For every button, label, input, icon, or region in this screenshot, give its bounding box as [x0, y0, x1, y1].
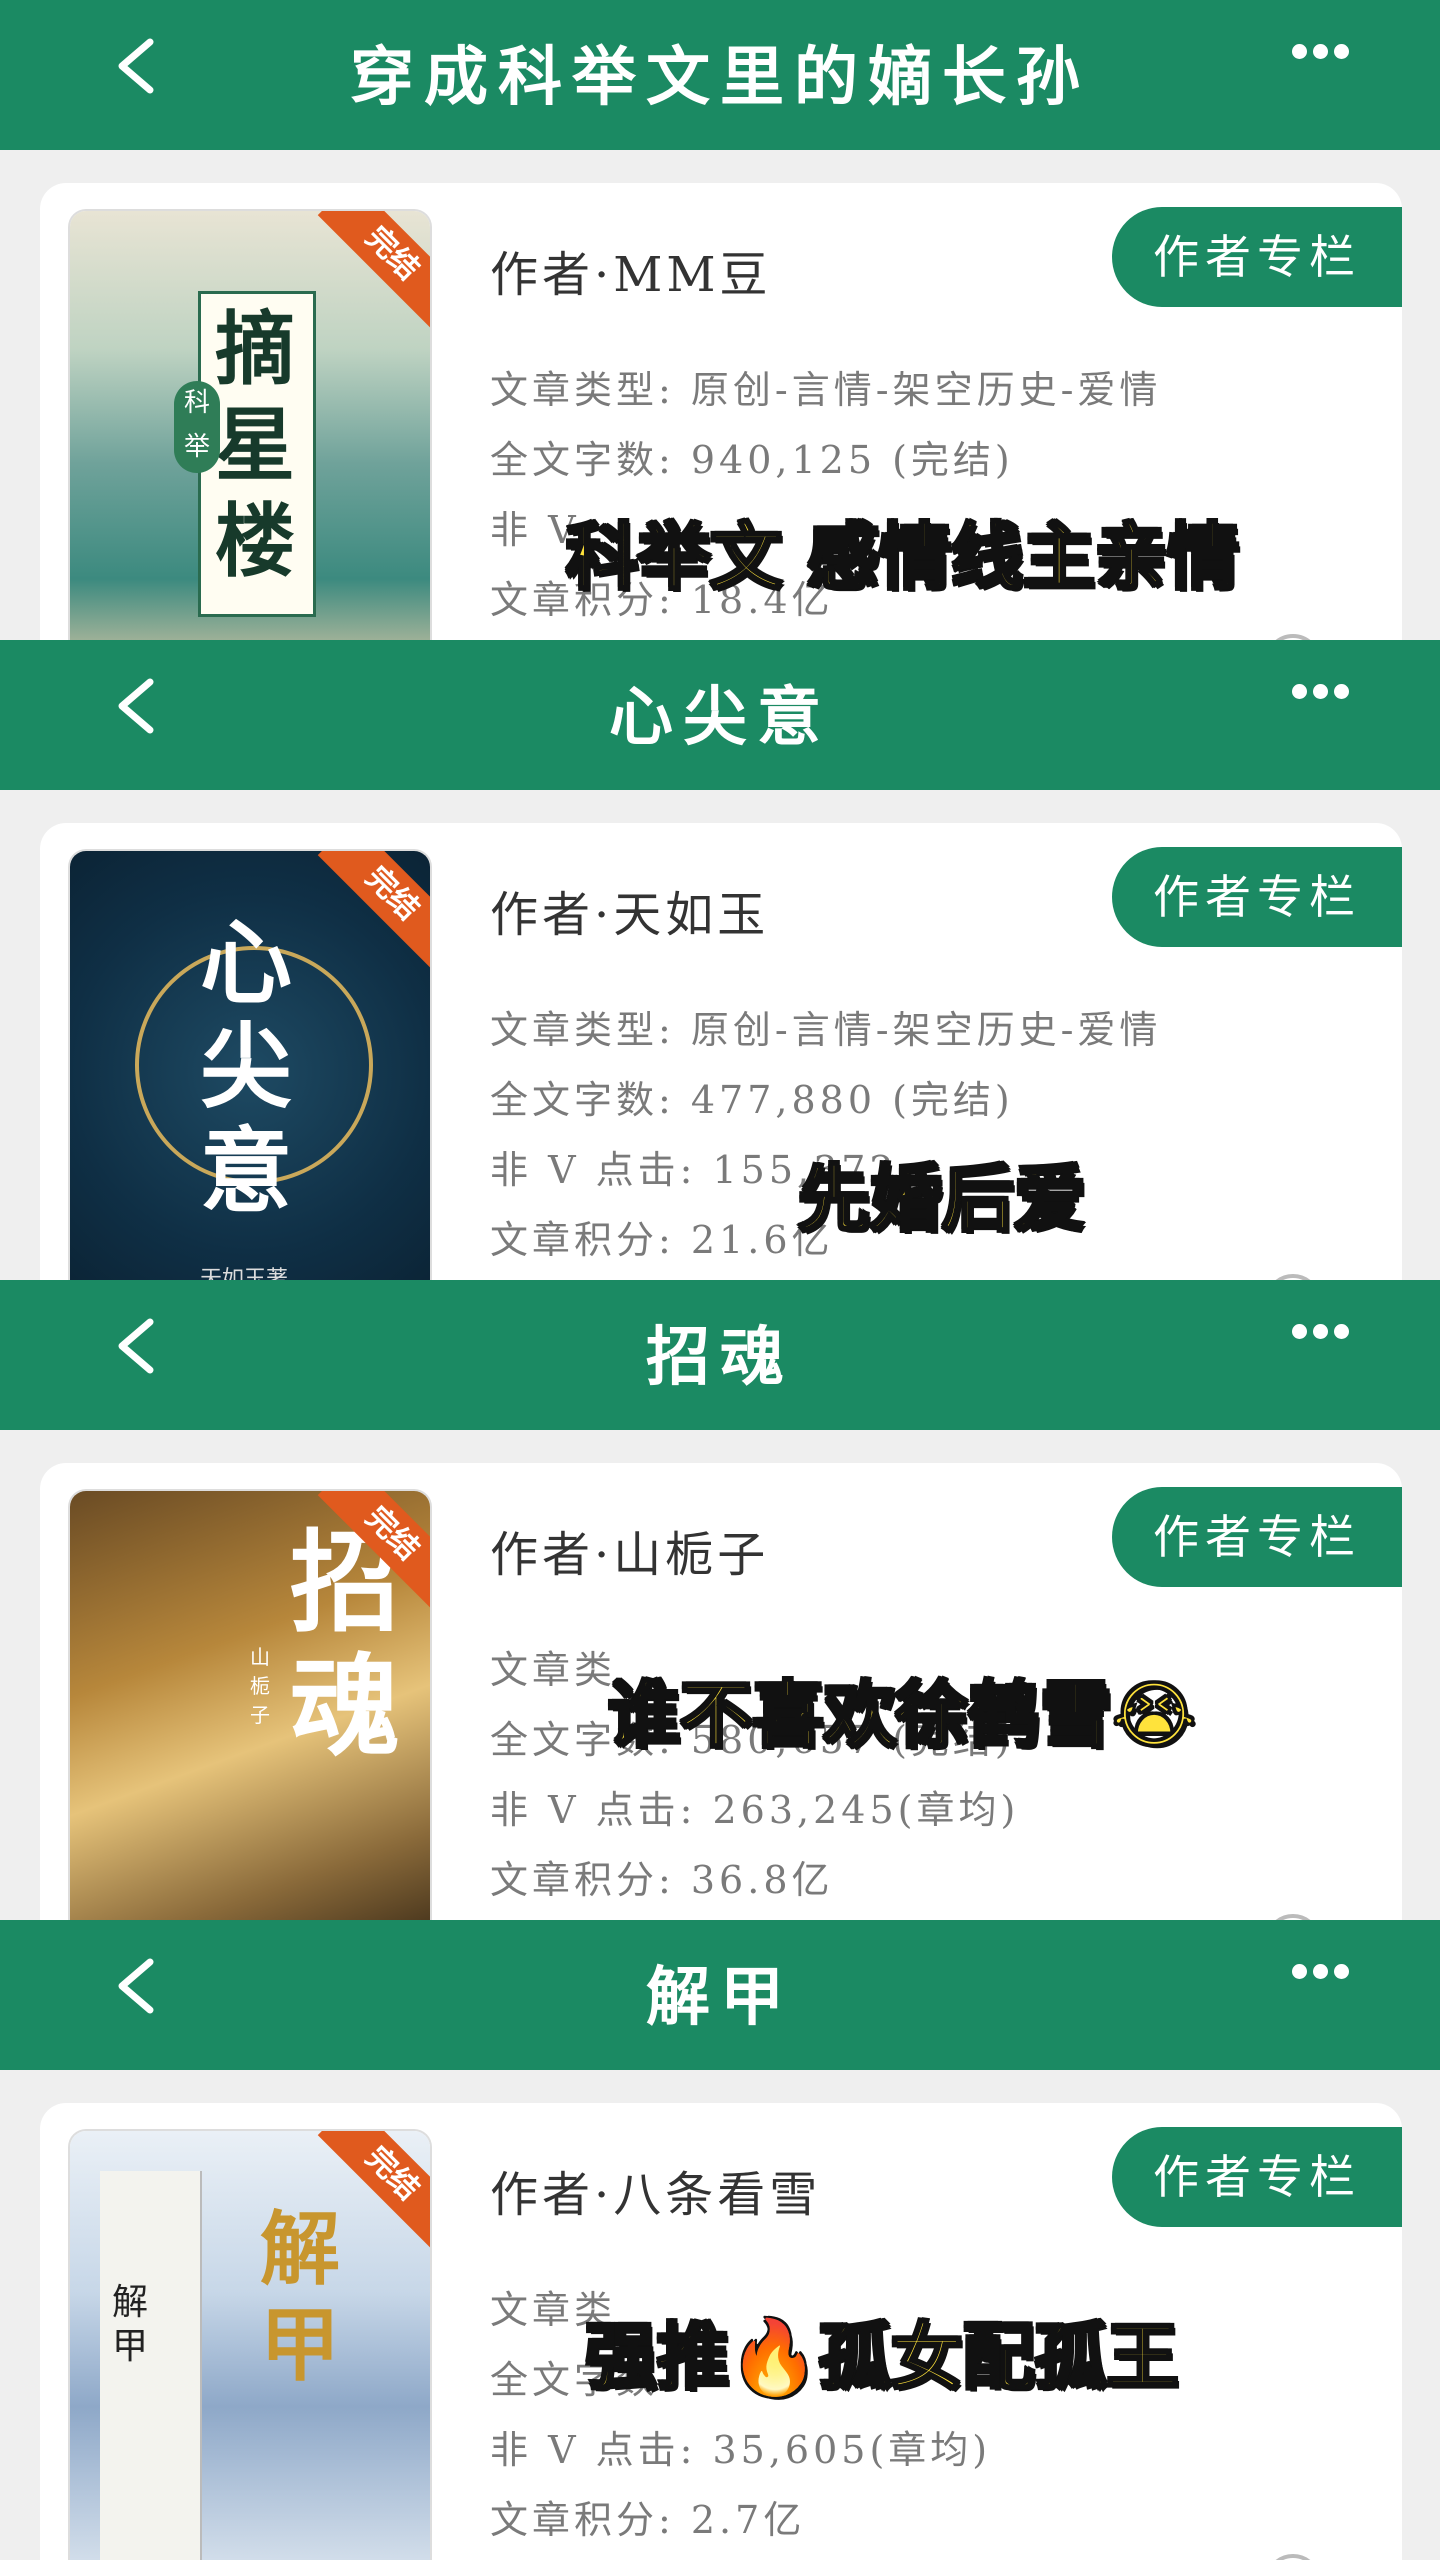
cover-title-text: 摘星楼	[215, 302, 295, 588]
meta-word-count: 全文字数: 477,880 (完结)	[490, 1078, 1014, 1122]
page-title: 解甲	[646, 1960, 794, 2035]
book-panel-1: 穿成科举文里的嫡长孙 摘星楼 科举 完结 作者·MM豆 作者专栏 文章类型: 原…	[0, 0, 1440, 640]
subtitle-caption: 科举文 感情线主亲情	[564, 514, 1240, 601]
more-dots-icon	[1292, 1324, 1307, 1339]
meta-type: 文章类型: 原创-言情-架空历史-爱情	[490, 1008, 1162, 1052]
cover-author-text: 天如玉著	[200, 1267, 289, 1280]
meta-word-count: 全文字数: 940,125 (完结)	[490, 438, 1014, 482]
more-menu-button[interactable]	[1292, 1324, 1358, 1344]
author-name[interactable]: 作者·山栀子	[490, 1515, 769, 1585]
book-cover-image[interactable]: 摘星楼 科举 完结	[70, 211, 430, 640]
meta-score: 文章积分: 36.8亿	[490, 1858, 834, 1902]
author-name[interactable]: 作者·八条看雪	[490, 2155, 821, 2225]
page-title: 穿成科举文里的嫡长孙	[350, 40, 1090, 115]
author-name[interactable]: 作者·天如玉	[490, 875, 769, 945]
author-column-button[interactable]: 作者专栏	[1112, 2127, 1402, 2227]
more-dots-icon	[1292, 684, 1307, 699]
book-cover-image[interactable]: 解甲 解甲 完结	[70, 2131, 430, 2560]
book-panel-2: 心尖意 心尖意 天如玉著 完结 作者·天如玉 作者专栏 文章类型: 原创-言情-…	[0, 640, 1440, 1280]
author-name[interactable]: 作者·MM豆	[490, 235, 772, 305]
complete-ribbon: 完结	[317, 851, 430, 969]
cover-author-text: 山栀子	[250, 1645, 270, 1727]
author-column-button[interactable]: 作者专栏	[1112, 207, 1402, 307]
header-bar: 穿成科举文里的嫡长孙	[0, 0, 1440, 150]
more-menu-button[interactable]	[1292, 1964, 1358, 1984]
subtitle-caption: 先婚后爱	[796, 1156, 1087, 1243]
more-menu-button[interactable]	[1292, 44, 1358, 64]
book-card[interactable]: 心尖意 天如玉著 完结 作者·天如玉 作者专栏 文章类型: 原创-言情-架空历史…	[40, 823, 1402, 1280]
book-cover-image[interactable]: 招魂 山栀子 完结	[70, 1491, 430, 1920]
more-dots-icon	[1292, 1964, 1307, 1979]
book-panel-4: 解甲 解甲 解甲 完结 作者·八条看雪 作者专栏 文章类 全文字数 非 V 点击…	[0, 1920, 1440, 2560]
meta-type: 文章类型: 原创-言情-架空历史-爱情	[490, 368, 1162, 412]
cover-title-text: 心尖意	[200, 909, 293, 1225]
page-title: 招魂	[646, 1320, 794, 1395]
more-dots-icon	[1292, 44, 1307, 59]
book-cover-image[interactable]: 心尖意 天如玉著 完结	[70, 851, 430, 1280]
meta-clicks: 非 V 点击: 263,245(章均)	[490, 1788, 1020, 1832]
subtitle-caption: 谁不喜欢徐鹤雪😭	[606, 1672, 1197, 1759]
more-menu-button[interactable]	[1292, 684, 1358, 704]
meta-score: 文章积分: 2.7亿	[490, 2498, 806, 2542]
author-column-button[interactable]: 作者专栏	[1112, 1487, 1402, 1587]
author-column-button[interactable]: 作者专栏	[1112, 847, 1402, 947]
complete-ribbon: 完结	[317, 211, 430, 329]
subtitle-caption: 强推🔥孤女配孤王	[584, 2314, 1181, 2401]
header-bar: 解甲	[0, 1920, 1440, 2070]
cover-title-text: 解甲	[260, 2202, 340, 2392]
header-bar: 心尖意	[0, 640, 1440, 790]
cover-tag-circle: 科举	[174, 381, 220, 473]
header-bar: 招魂	[0, 1280, 1440, 1430]
book-panel-3: 招魂 招魂 山栀子 完结 作者·山栀子 作者专栏 文章类 全文字数: 580,6…	[0, 1280, 1440, 1920]
meta-clicks: 非 V 点击: 35,605(章均)	[490, 2428, 992, 2472]
cover-side-text: 解甲	[112, 2282, 149, 2367]
page-title: 心尖意	[609, 680, 831, 755]
